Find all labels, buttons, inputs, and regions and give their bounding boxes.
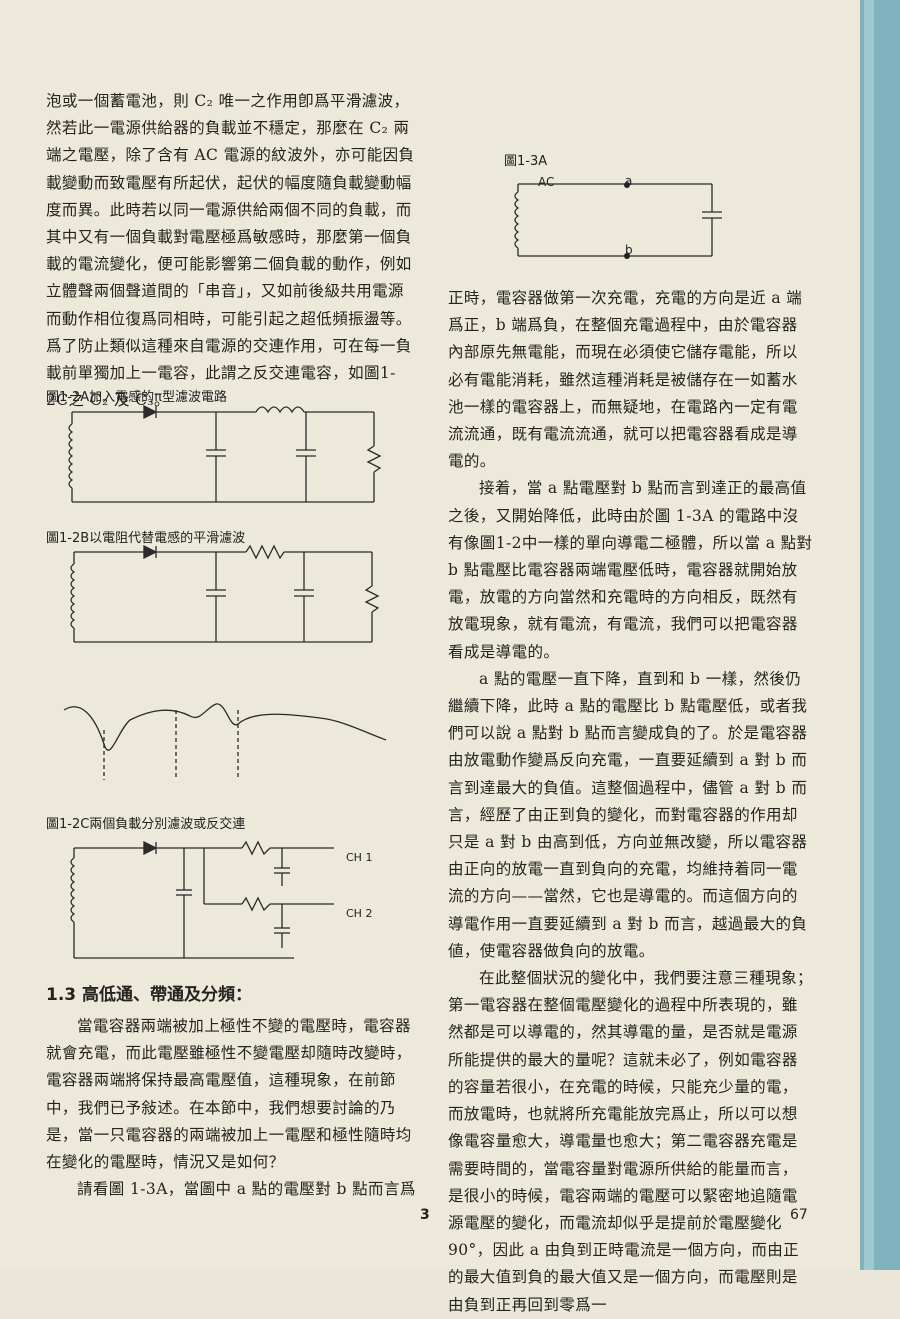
paragraph-capacitor-intro: 當電容器兩端被加上極性不變的電壓時，電容器就會充電，而此電壓雖極性不變電壓却隨時…	[46, 1017, 412, 1172]
paragraph-reverse-charge: a 點的電壓一直下降，直到和 b 一樣，然後仍繼續下降，此時 a 點的電壓比 b…	[448, 669, 808, 960]
paragraph-discharge: 接着，當 a 點電壓對 b 點而言到達正的最高值之後，又開始降低，此時由於圖 1…	[448, 479, 813, 661]
page-edge-strip	[860, 0, 900, 1270]
page-number: 67	[790, 1207, 808, 1223]
fig-1-2a-pi-filter-circuit	[68, 404, 382, 503]
channel-2-label: CH 2	[346, 907, 373, 920]
fig-1-2c-decoupling-circuit	[70, 840, 334, 959]
left-column-bottom-text: 當電容器兩端被加上極性不變的電壓時，電容器就會充電，而此電壓雖極性不變電壓却隨時…	[46, 1013, 416, 1203]
paragraph-three-phenomena: 在此整個狀況的變化中，我們要注意三種現象；第一電容器在整個電壓變化的過程中所表現…	[448, 969, 813, 1314]
fig-1-2b-rc-filter-circuit	[70, 544, 380, 643]
paragraph-see-figure: 請看圖 1-3A，當圖中 a 點的電壓對 b 點而言爲	[77, 1180, 416, 1199]
point-a-dot	[624, 182, 630, 188]
section-heading: 1.3 高低通、帶通及分頻：	[46, 985, 253, 1005]
point-b-dot	[624, 253, 630, 259]
fig-1-3a-caption: 圖1-3A	[504, 154, 548, 169]
left-column-top-text: 泡或一個蓄電池，則 C₂ 唯一之作用卽爲平滑濾波，然若此一電源供給器的負載並不穩…	[46, 88, 416, 414]
ripple-waveform-sketch	[63, 703, 387, 780]
channel-1-label: CH 1	[346, 851, 373, 864]
paragraph-ripple-filter: 泡或一個蓄電池，則 C₂ 唯一之作用卽爲平滑濾波，然若此一電源供給器的負載並不穩…	[46, 92, 415, 410]
folio-left: 3	[420, 1207, 430, 1223]
fig-1-3a-ac-capacitor-circuit	[514, 183, 722, 257]
paragraph-first-charge: 正時，電容器做第一次充電，充電的方向是近 a 端爲正，b 端爲負，在整個充電過程…	[448, 289, 803, 471]
fig-1-2c-caption: 圖1-2C兩個負載分別濾波或反交連	[46, 817, 246, 832]
right-column-text: 正時，電容器做第一次充電，充電的方向是近 a 端爲正，b 端爲負，在整個充電過程…	[448, 285, 813, 1319]
